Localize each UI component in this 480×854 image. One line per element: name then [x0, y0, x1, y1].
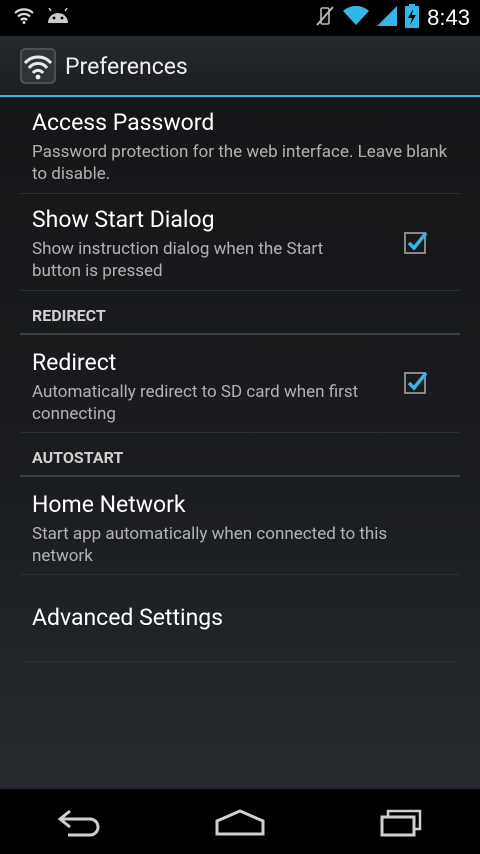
pref-title: Show Start Dialog	[32, 206, 215, 233]
pref-summary: Show instruction dialog when the Start b…	[32, 239, 324, 281]
page-title: Preferences	[65, 52, 188, 80]
preferences-list: Access Password Password protection for …	[0, 97, 480, 789]
cell-signal-icon	[377, 6, 398, 30]
mute-vibrate-icon	[315, 5, 335, 31]
pref-redirect[interactable]: Redirect Automatically redirect to SD ca…	[20, 335, 460, 433]
action-bar: Preferences	[0, 36, 480, 96]
wifi-icon	[14, 8, 34, 28]
navigation-bar	[0, 789, 480, 854]
wifi-app-icon[interactable]	[20, 48, 56, 84]
status-time: 8:43	[427, 5, 470, 30]
android-icon	[46, 7, 70, 28]
show-start-dialog-checkbox[interactable]	[404, 230, 428, 254]
wifi-signal-icon	[343, 5, 370, 30]
back-icon[interactable]	[50, 802, 110, 842]
category-autostart: AUTOSTART	[20, 433, 460, 477]
recents-icon[interactable]	[370, 802, 430, 842]
category-redirect: REDIRECT	[20, 291, 460, 335]
pref-access-password[interactable]: Access Password Password protection for …	[20, 97, 460, 194]
pref-title: Access Password	[32, 109, 215, 136]
pref-summary: Password protection for the web interfac…	[32, 142, 448, 184]
pref-advanced-settings[interactable]: Advanced Settings	[20, 575, 460, 662]
home-icon[interactable]	[210, 802, 270, 842]
battery-charging-icon	[405, 4, 420, 32]
pref-summary: Automatically redirect to SD card when f…	[32, 382, 359, 424]
pref-summary: Start app automatically when connected t…	[32, 524, 388, 566]
redirect-checkbox[interactable]	[404, 370, 428, 394]
pref-title: Home Network	[32, 491, 186, 518]
pref-title: Redirect	[32, 349, 117, 376]
pref-title: Advanced Settings	[32, 604, 224, 631]
pref-show-start-dialog[interactable]: Show Start Dialog Show instruction dialo…	[20, 194, 460, 291]
status-bar: 8:43	[0, 0, 480, 36]
pref-home-network[interactable]: Home Network Start app automatically whe…	[20, 477, 460, 575]
